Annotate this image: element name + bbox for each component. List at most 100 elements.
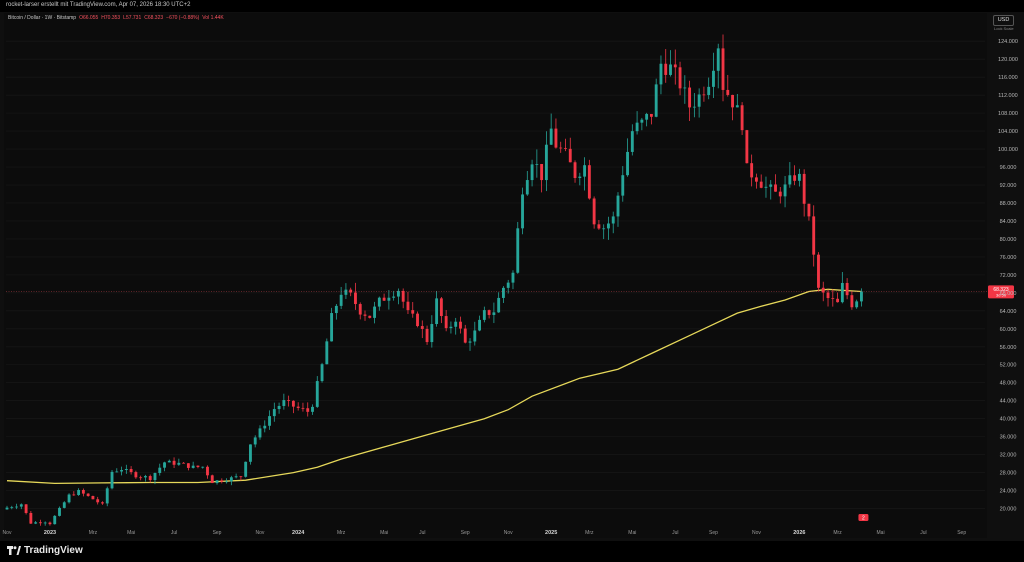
candle-body (325, 341, 329, 365)
candle-body (812, 216, 816, 255)
candle-body (492, 312, 496, 315)
candle-body (740, 105, 744, 131)
candle-body (444, 316, 448, 329)
candle-body (177, 462, 181, 465)
candle-body (124, 468, 128, 471)
y-tick-label: 116.000 (998, 75, 1017, 81)
candle-body (673, 64, 677, 68)
candle-body (5, 507, 9, 510)
candle-body (58, 507, 61, 516)
candle-body (769, 184, 773, 187)
y-tick-label: 48.000 (1000, 381, 1017, 387)
candle-body (330, 313, 334, 342)
candle-body (774, 184, 777, 192)
candle-body (478, 319, 481, 331)
currency-button[interactable]: USD (993, 15, 1014, 26)
candle-body (34, 522, 38, 524)
candles (5, 34, 863, 526)
legend-open: O66.055 (79, 15, 99, 21)
candle-body (549, 128, 553, 145)
candle-body (626, 151, 629, 176)
candle-body (62, 502, 66, 508)
candle-body (697, 94, 701, 107)
candle-body (502, 287, 505, 298)
candle-body (726, 89, 730, 95)
candle-body (349, 289, 353, 293)
x-tick-label: Mai (127, 530, 135, 536)
candlestick-chart[interactable]: 68.3233d 5h2 20.000 24.000 28.000 32.000 36.… (0, 0, 1024, 562)
candle-body (788, 175, 792, 185)
legend-volume: Vol 1.44K (202, 15, 224, 21)
candle-body (148, 476, 152, 481)
candle-body (411, 310, 415, 314)
tradingview-branding[interactable]: TradingView (7, 545, 83, 556)
x-tick-label: Mrz (89, 530, 98, 536)
y-tick-label: 60.000 (1000, 327, 1017, 333)
candle-body (544, 144, 548, 181)
lock-scale-label[interactable]: Lock Scale (994, 26, 1014, 31)
legend-low: L57.731 (123, 15, 142, 21)
candle-body (525, 180, 529, 195)
candle-body (382, 297, 386, 301)
y-tick-label: 124.000 (998, 39, 1018, 45)
legend-close: C68.323 (144, 15, 164, 21)
candle-body (396, 290, 400, 297)
candle-body (664, 63, 668, 75)
candle-body (91, 495, 95, 500)
y-tick-label: 56.000 (1000, 345, 1017, 351)
candle-body (473, 330, 477, 342)
ma-line (6, 288, 862, 485)
candle-body (645, 113, 649, 120)
y-tick-label: 36.000 (1000, 435, 1017, 441)
candle-body (406, 301, 410, 311)
candle-body (826, 292, 830, 299)
candle-body (225, 481, 229, 483)
candle-body (821, 287, 825, 293)
candle-body (401, 290, 405, 302)
candle-body (554, 128, 558, 148)
candle-body (678, 67, 682, 89)
candle-body (439, 298, 443, 317)
candle-body (10, 507, 14, 509)
candle-body (53, 515, 57, 525)
candle-body (430, 324, 434, 343)
candle-body (129, 468, 133, 473)
y-tick-label: 80.000 (1000, 237, 1017, 243)
y-tick-label: 96.000 (1000, 165, 1017, 171)
candle-body (435, 298, 439, 325)
candle-body (201, 466, 205, 468)
candle-body (72, 494, 76, 496)
candle-body (449, 326, 453, 329)
candle-body (315, 381, 319, 407)
candle-body (67, 494, 71, 503)
candle-body (24, 504, 28, 513)
candle-body (630, 131, 634, 152)
candle-body (172, 460, 176, 465)
candle-body (640, 119, 644, 123)
candle-body (831, 298, 835, 299)
candle-body (850, 295, 854, 308)
y-tick-label: 24.000 (1000, 489, 1017, 495)
candle-body (287, 400, 291, 401)
candle-body (158, 467, 162, 473)
candle-body (459, 321, 462, 329)
candle-body (354, 292, 357, 305)
candle-body (258, 428, 262, 438)
x-tick-label: Mai (877, 530, 885, 536)
candle-body (291, 400, 295, 407)
candle-body (807, 203, 811, 217)
candle-body (712, 70, 715, 87)
candle-body (836, 298, 840, 303)
candle-body (268, 416, 271, 426)
candle-body (797, 173, 801, 181)
candle-body (754, 177, 758, 182)
candle-body (416, 313, 419, 327)
candle-body (101, 502, 104, 504)
candle-body (253, 437, 257, 445)
candle-body (759, 181, 763, 188)
candle-body (654, 84, 658, 117)
candle-body (731, 94, 734, 108)
candle-body (120, 470, 123, 472)
candle-body (745, 130, 749, 164)
candle-body (559, 147, 563, 149)
